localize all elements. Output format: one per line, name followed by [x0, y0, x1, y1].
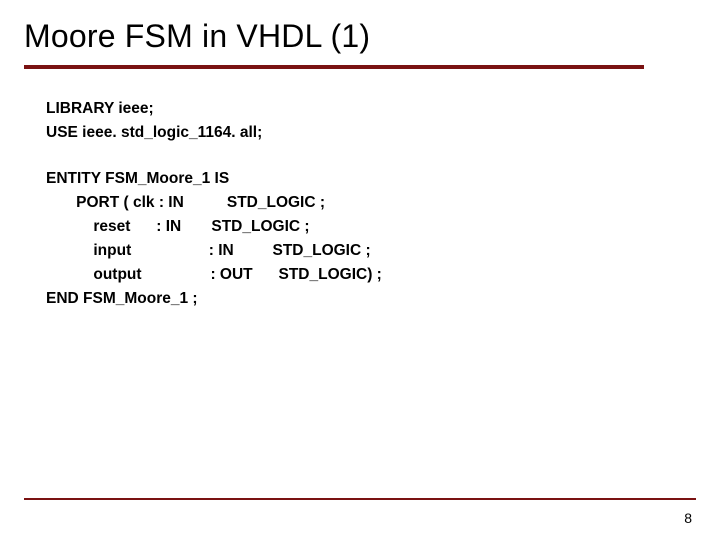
title-underline	[24, 65, 644, 69]
code-line: output : OUT STD_LOGIC) ;	[46, 263, 696, 287]
code-line: ENTITY FSM_Moore_1 IS	[46, 167, 696, 191]
page-number: 8	[684, 510, 692, 526]
slide-title: Moore FSM in VHDL (1)	[24, 18, 696, 55]
code-line: END FSM_Moore_1 ;	[46, 287, 696, 311]
footer-line	[24, 498, 696, 500]
blank-line	[46, 145, 696, 167]
code-block: LIBRARY ieee;USE ieee. std_logic_1164. a…	[24, 97, 696, 311]
slide: Moore FSM in VHDL (1) LIBRARY ieee;USE i…	[0, 0, 720, 540]
code-line: reset : IN STD_LOGIC ;	[46, 215, 696, 239]
code-line: USE ieee. std_logic_1164. all;	[46, 121, 696, 145]
code-line: input : IN STD_LOGIC ;	[46, 239, 696, 263]
code-line: LIBRARY ieee;	[46, 97, 696, 121]
code-line: PORT ( clk : IN STD_LOGIC ;	[46, 191, 696, 215]
